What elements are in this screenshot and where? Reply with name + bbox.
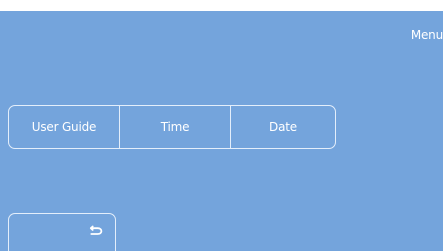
settings-screen: Menu User Guide Time Date [0, 0, 443, 251]
tab-user-guide[interactable]: User Guide [9, 106, 119, 148]
return-arrow-icon [89, 225, 103, 235]
menu-title: Menu [410, 28, 443, 42]
tab-date[interactable]: Date [230, 106, 335, 148]
tab-time[interactable]: Time [119, 106, 230, 148]
menu-tab-bar: User Guide Time Date [8, 105, 336, 149]
menu-panel: Menu User Guide Time Date [0, 11, 443, 251]
back-button[interactable] [8, 213, 116, 251]
